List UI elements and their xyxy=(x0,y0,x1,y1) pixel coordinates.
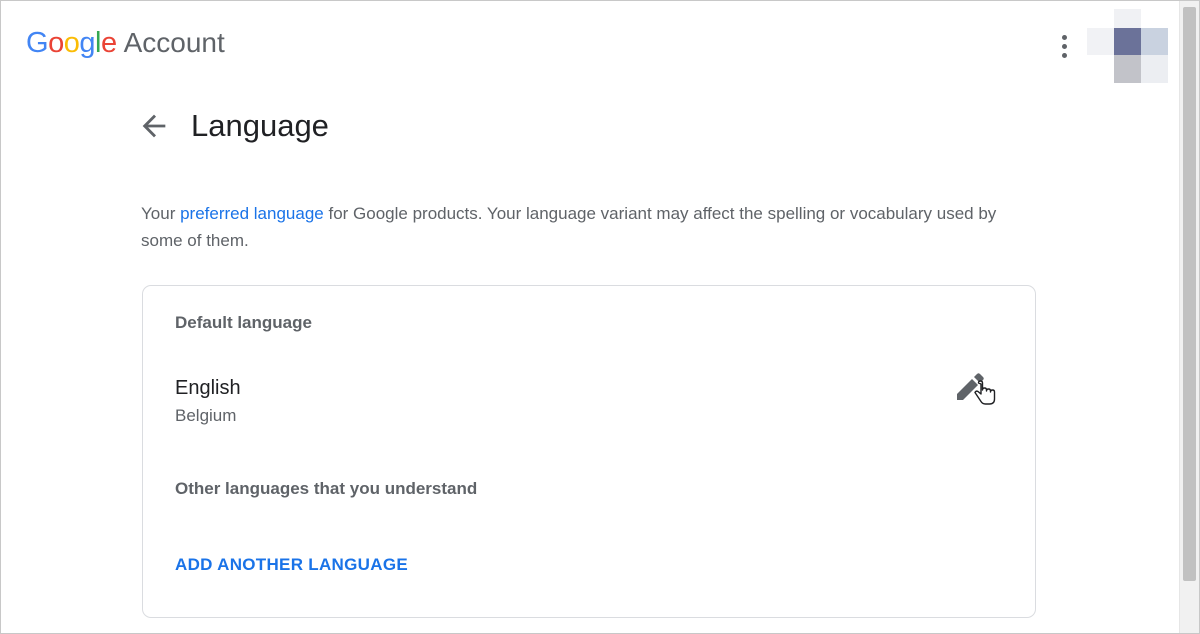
kebab-dot-top xyxy=(1061,34,1067,40)
logo-letter-g1: G xyxy=(26,27,49,59)
google-wordmark: Google xyxy=(26,27,117,60)
logo-letter-o1: o xyxy=(48,27,64,59)
logo-letter-e: e xyxy=(100,27,117,59)
default-language-region: Belgium xyxy=(175,406,237,425)
preferred-language-link[interactable]: preferred language xyxy=(180,204,324,223)
scrollbar-thumb[interactable] xyxy=(1183,7,1196,581)
page-title: Language xyxy=(191,108,329,143)
language-description: Your preferred language for Google produ… xyxy=(141,200,1041,254)
avatar-tile xyxy=(1114,9,1141,28)
top-bar: Google Account xyxy=(1,1,1179,91)
kebab-dot-middle xyxy=(1061,43,1067,49)
page-scrollbar[interactable] xyxy=(1179,1,1199,633)
avatar-tile xyxy=(1114,55,1141,83)
edit-language-button[interactable] xyxy=(953,372,999,414)
account-label: Account xyxy=(123,27,225,58)
language-card: Default language English Belgium Other l… xyxy=(142,285,1036,618)
avatar-tile xyxy=(1141,55,1168,83)
logo-letter-g2: g xyxy=(79,27,95,59)
account-avatar[interactable] xyxy=(1087,9,1169,83)
description-prefix: Your xyxy=(141,204,181,223)
google-account-logo[interactable]: Google Account xyxy=(26,27,225,60)
default-language-name: English xyxy=(175,377,241,399)
kebab-dot-bottom xyxy=(1061,52,1067,58)
avatar-tile xyxy=(1141,28,1168,55)
pencil-icon xyxy=(957,373,996,405)
default-language-label: Default language xyxy=(175,313,312,332)
other-languages-label: Other languages that you understand xyxy=(175,479,478,498)
back-button[interactable] xyxy=(137,109,171,143)
add-another-language-button[interactable]: ADD ANOTHER LANGUAGE xyxy=(175,555,408,575)
hand-cursor-icon xyxy=(974,380,996,405)
avatar-tile xyxy=(1114,28,1141,55)
arrow-back-icon xyxy=(142,114,166,138)
more-vert-icon[interactable] xyxy=(1053,31,1075,61)
browser-frame: Google Account Language Your preferred l… xyxy=(0,0,1200,634)
logo-letter-o2: o xyxy=(63,27,80,59)
avatar-tile xyxy=(1087,28,1114,55)
